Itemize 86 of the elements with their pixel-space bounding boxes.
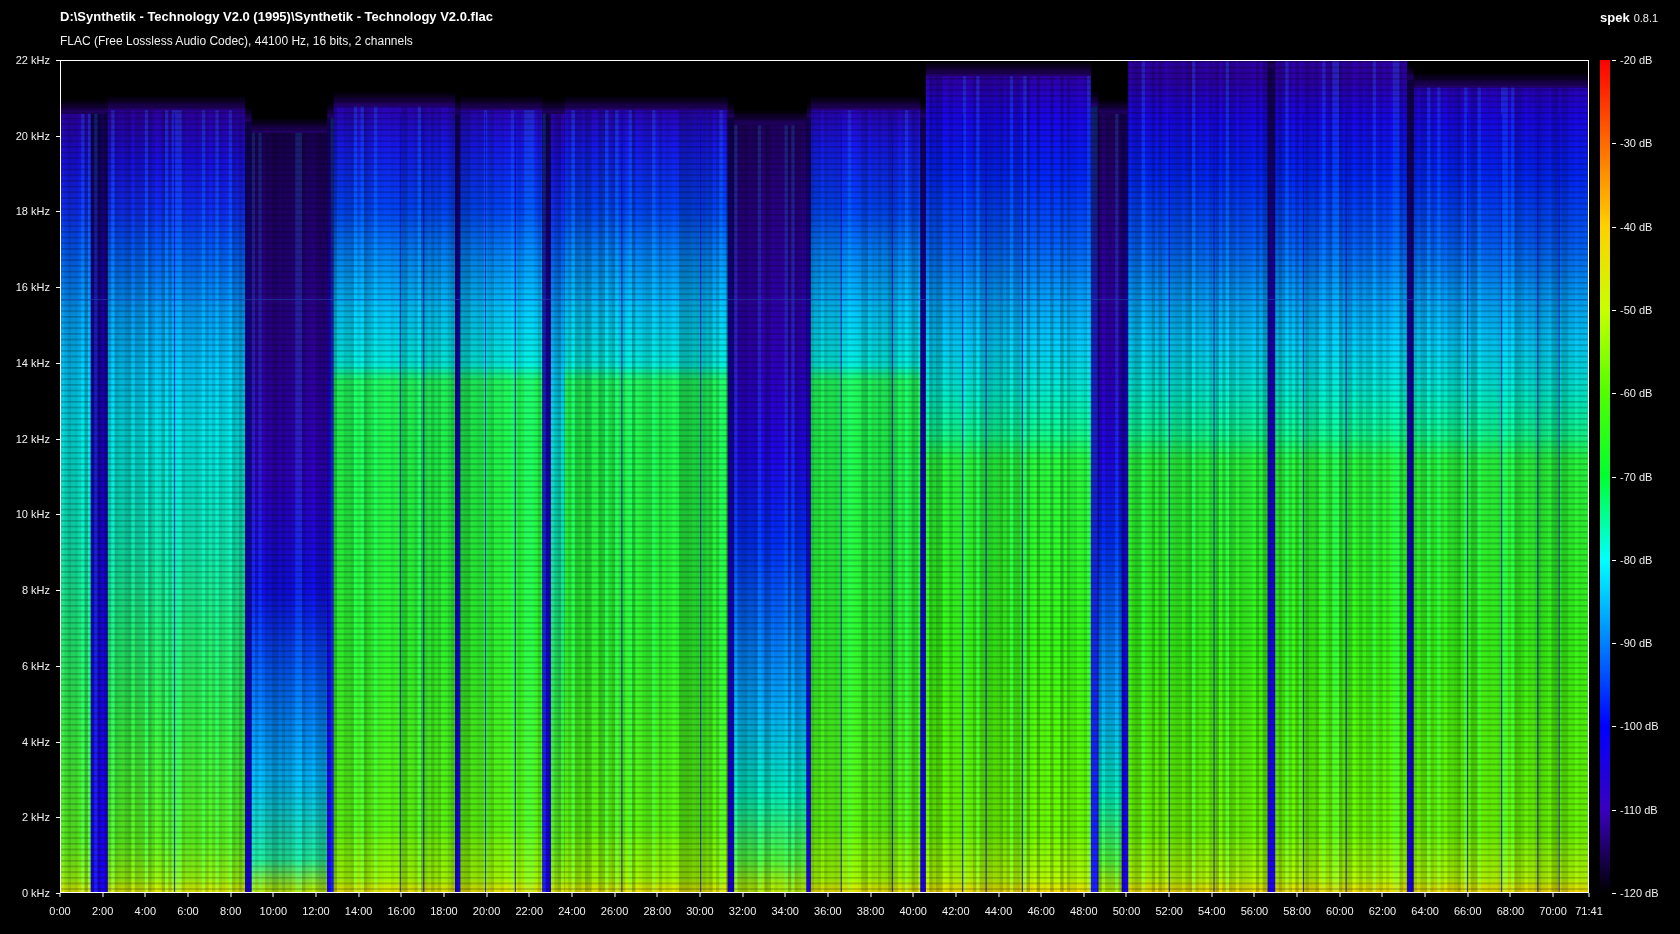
level-label: -70 dB <box>1620 470 1653 483</box>
time-label: 12:00 <box>302 905 330 918</box>
level-label: -40 dB <box>1620 220 1653 234</box>
tick-mark <box>1612 476 1616 478</box>
tick-mark <box>1612 809 1616 811</box>
tick-mark <box>1612 559 1616 561</box>
level-label: -50 dB <box>1620 303 1653 317</box>
time-label: 20:00 <box>472 905 501 918</box>
time-label: 58:00 <box>1283 905 1311 918</box>
time-label: 2:00 <box>91 905 114 918</box>
time-label: 50:00 <box>1112 905 1141 918</box>
time-label: 52:00 <box>1155 905 1183 918</box>
level-label: -100 dB <box>1620 719 1659 733</box>
time-label: 71:41 <box>1575 905 1603 918</box>
time-label: 38:00 <box>856 905 885 918</box>
frequency-label: 20 kHz <box>15 129 50 143</box>
frequency-label: 2 kHz <box>21 810 50 824</box>
tick-mark <box>1612 226 1616 228</box>
tick-mark <box>56 60 60 61</box>
time-label: 10:00 <box>259 905 288 918</box>
level-label: -120 dB <box>1620 886 1659 900</box>
time-label: 4:00 <box>134 905 156 918</box>
time-label: 36:00 <box>814 905 842 918</box>
frequency-label: 14 kHz <box>15 356 50 370</box>
tick-mark <box>56 362 60 364</box>
time-label: 22:00 <box>515 905 543 918</box>
tick-mark <box>56 590 60 592</box>
time-label: 32:00 <box>728 905 757 918</box>
time-label: 30:00 <box>686 905 714 918</box>
time-label: 26:00 <box>600 905 629 918</box>
level-label: -110 dB <box>1620 803 1658 817</box>
time-label: 0:00 <box>49 905 71 918</box>
tick-mark <box>56 741 60 743</box>
tick-mark <box>1612 893 1616 894</box>
frequency-label: 6 kHz <box>21 659 50 673</box>
tick-mark <box>56 211 60 213</box>
tick-mark <box>1612 143 1616 145</box>
time-label: 42:00 <box>942 905 970 918</box>
time-label: 60:00 <box>1326 905 1354 918</box>
time-label: 8:00 <box>219 905 242 918</box>
tick-mark <box>56 438 60 440</box>
time-label: 68:00 <box>1496 905 1525 918</box>
time-label: 64:00 <box>1411 905 1439 918</box>
app-name: spek <box>1600 10 1630 26</box>
tick-mark <box>56 817 60 819</box>
time-label: 24:00 <box>558 905 586 918</box>
frequency-label: 10 kHz <box>15 507 50 521</box>
level-label: -60 dB <box>1620 386 1653 400</box>
level-label: -90 dB <box>1620 636 1653 650</box>
tick-mark <box>1612 726 1616 728</box>
time-label: 62:00 <box>1368 905 1397 918</box>
frequency-label: 0 kHz <box>21 886 50 900</box>
time-label: 70:00 <box>1539 905 1567 918</box>
tick-mark <box>56 665 60 667</box>
app-version: 0.8.1 <box>1633 11 1659 25</box>
time-label: 16:00 <box>387 905 416 918</box>
tick-mark <box>56 514 60 516</box>
tick-mark <box>1612 643 1616 645</box>
tick-mark <box>1612 60 1616 61</box>
frequency-label: 16 kHz <box>15 280 50 294</box>
time-label: 28:00 <box>643 905 671 918</box>
tick-mark <box>1612 393 1616 395</box>
tick-mark <box>1612 309 1616 311</box>
level-label: -80 dB <box>1620 553 1653 567</box>
time-label: 18:00 <box>430 905 458 918</box>
format-info: FLAC (Free Lossless Audio Codec), 44100 Hz, 16 bits, 2 channels <box>60 34 413 49</box>
time-label: 46:00 <box>1027 905 1055 918</box>
frequency-label: 22 kHz <box>15 53 50 67</box>
time-label: 48:00 <box>1070 905 1098 918</box>
frequency-label: 4 kHz <box>21 735 50 749</box>
time-label: 44:00 <box>984 905 1013 918</box>
time-label: 54:00 <box>1198 905 1226 918</box>
time-label: 6:00 <box>177 905 199 918</box>
frequency-label: 18 kHz <box>15 204 50 218</box>
time-label: 66:00 <box>1454 905 1482 918</box>
level-label: -20 dB <box>1620 53 1653 67</box>
file-path-title: D:\Synthetik - Technology V2.0 (1995)\Synthetik - Technology V2.0.flac <box>60 9 493 25</box>
frequency-label: 8 kHz <box>21 583 50 597</box>
tick-mark <box>56 287 60 289</box>
time-label: 40:00 <box>899 905 927 918</box>
frequency-label: 12 kHz <box>15 432 50 446</box>
tick-mark <box>56 135 60 137</box>
time-label: 34:00 <box>771 905 799 918</box>
level-label: -30 dB <box>1620 136 1653 150</box>
time-label: 14:00 <box>344 905 373 918</box>
time-label: 56:00 <box>1240 905 1269 918</box>
